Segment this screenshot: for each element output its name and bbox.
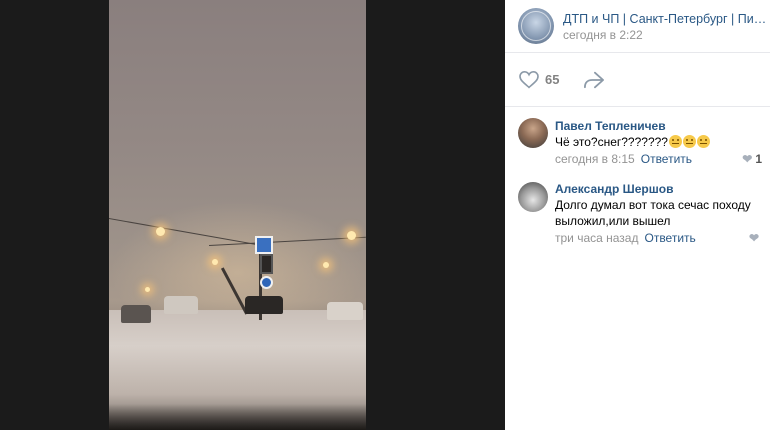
heart-icon: ❤ bbox=[748, 231, 759, 245]
white-car bbox=[327, 302, 363, 320]
street-lamp bbox=[347, 231, 356, 240]
comment-meta: сегодня в 8:15 Ответить bbox=[555, 152, 692, 166]
comment-text: Долго думал вот тока сечас походу выложи… bbox=[555, 198, 751, 228]
crashed-car bbox=[245, 296, 283, 314]
comment-meta: три часа назад Ответить bbox=[555, 231, 696, 245]
like-count[interactable]: 65 bbox=[545, 72, 559, 87]
car bbox=[164, 296, 198, 314]
street-lamp bbox=[145, 287, 150, 292]
street-lamp bbox=[323, 262, 329, 268]
comment-like[interactable]: ❤ 1 bbox=[742, 152, 762, 166]
car-dashboard bbox=[109, 404, 366, 430]
street-lamp bbox=[156, 227, 165, 236]
group-name-link[interactable]: ДТП и ЧП | Санкт-Петербург | Питер онлай… bbox=[563, 12, 768, 26]
emoji-icon bbox=[668, 135, 682, 148]
heart-icon[interactable] bbox=[519, 71, 539, 89]
media-viewer bbox=[0, 0, 505, 430]
comment-like[interactable]: ❤ bbox=[749, 231, 762, 245]
street-lamp bbox=[212, 259, 218, 265]
crosswalk-sign bbox=[255, 236, 273, 254]
comment-item: Александр Шершов Долго думал вот тока се… bbox=[505, 176, 770, 246]
reply-link[interactable]: Ответить bbox=[641, 152, 692, 166]
comment-like-count: 1 bbox=[755, 152, 762, 166]
comment-author[interactable]: Павел Тепленичев bbox=[555, 119, 666, 133]
emoji-icon bbox=[696, 135, 710, 148]
traffic-light bbox=[260, 254, 273, 274]
comment-text-body: Чё это?снег??????? bbox=[555, 135, 668, 149]
avatar[interactable] bbox=[518, 118, 548, 148]
comment-item: Павел Тепленичев Чё это?снег??????? сего… bbox=[505, 110, 770, 170]
group-avatar[interactable] bbox=[518, 8, 554, 44]
video-frame[interactable] bbox=[109, 0, 366, 430]
car bbox=[121, 305, 151, 323]
emoji-icon bbox=[682, 135, 696, 148]
comment-date[interactable]: сегодня в 8:15 bbox=[555, 152, 635, 166]
post-header: ДТП и ЧП | Санкт-Петербург | Питер онлай… bbox=[505, 0, 770, 53]
post-actions: 65 bbox=[505, 53, 770, 107]
avatar[interactable] bbox=[518, 182, 548, 212]
reply-link[interactable]: Ответить bbox=[644, 231, 695, 245]
direction-sign bbox=[260, 276, 273, 289]
comment-author[interactable]: Александр Шершов bbox=[555, 182, 673, 196]
comment-text: Чё это?снег??????? bbox=[555, 134, 760, 150]
comment-date[interactable]: три часа назад bbox=[555, 231, 638, 245]
heart-icon: ❤ bbox=[742, 152, 753, 166]
post-panel: ДТП и ЧП | Санкт-Петербург | Питер онлай… bbox=[505, 0, 770, 430]
post-time[interactable]: сегодня в 2:22 bbox=[563, 28, 643, 42]
share-arrow-icon[interactable] bbox=[583, 70, 605, 90]
